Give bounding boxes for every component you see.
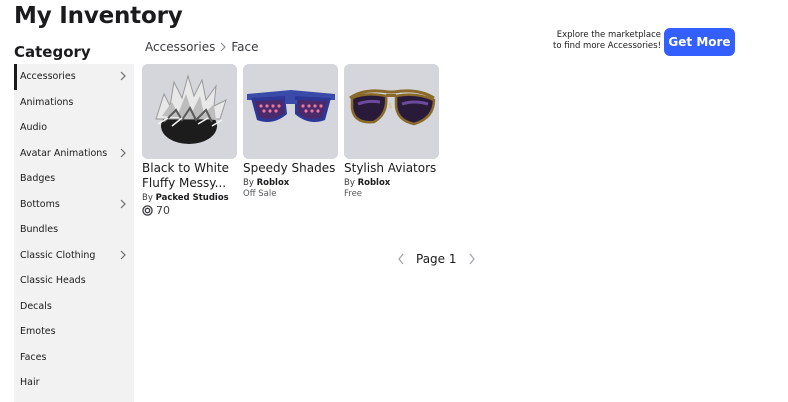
sidebar-item-accessories[interactable]: Accessories	[14, 64, 134, 90]
sidebar-item-label: Emotes	[20, 326, 56, 338]
sidebar-item-label: Classic Heads	[20, 275, 86, 287]
category-heading: Category	[14, 43, 91, 61]
aviator-glasses-icon: $	[344, 64, 439, 159]
sidebar-item-decals[interactable]: Decals	[14, 294, 134, 320]
pagination: Page 1	[396, 252, 477, 266]
sidebar-item-label: Classic Clothing	[20, 249, 96, 261]
item-creator: By Roblox	[243, 178, 290, 188]
chevron-right-icon	[120, 71, 126, 81]
item-card[interactable]: Speedy Shades By Roblox Off Sale	[243, 64, 338, 217]
svg-text:$: $	[388, 102, 392, 110]
item-thumbnail[interactable]	[142, 64, 237, 159]
creator-link[interactable]: Roblox	[358, 178, 391, 188]
sidebar-item-label: Bundles	[20, 224, 59, 236]
sidebar-item-classic-heads[interactable]: Classic Heads	[14, 268, 134, 294]
chevron-right-icon	[120, 148, 126, 157]
item-grid: Black to White Fluffy Messy... By Packed…	[142, 64, 439, 217]
sidebar-item-faces[interactable]: Faces	[14, 345, 134, 371]
item-name[interactable]: Stylish Aviators	[344, 161, 439, 176]
creator-link[interactable]: Roblox	[257, 178, 290, 188]
item-thumbnail[interactable]: $	[344, 64, 439, 159]
sidebar-item-animations[interactable]: Animations	[14, 90, 134, 116]
breadcrumb: Accessories Face	[145, 40, 258, 54]
item-status: Off Sale	[243, 189, 277, 199]
item-name[interactable]: Black to White Fluffy Messy...	[142, 161, 237, 191]
sidebar-item-label: Hair	[20, 377, 40, 389]
sidebar-item-label: Decals	[20, 300, 52, 312]
sidebar-item-label: Avatar Animations	[20, 147, 108, 159]
speedy-shades-icon	[243, 64, 338, 159]
chevron-right-icon[interactable]	[467, 252, 477, 266]
item-card[interactable]: $ Stylish Aviators By Roblox Free	[344, 64, 439, 217]
item-status: Free	[344, 189, 363, 199]
creator-link[interactable]: Packed Studios	[156, 193, 229, 203]
sidebar-item-label: Audio	[20, 122, 48, 134]
sidebar-item-classic-clothing[interactable]: Classic Clothing	[14, 243, 134, 269]
chevron-right-icon	[220, 42, 227, 52]
sidebar-item-audio[interactable]: Audio	[14, 115, 134, 141]
sidebar-item-label: Accessories	[20, 71, 76, 83]
item-creator: By Packed Studios	[142, 193, 229, 203]
item-name[interactable]: Speedy Shades	[243, 161, 338, 176]
page-label: Page 1	[416, 252, 457, 266]
page-title: My Inventory	[14, 3, 183, 29]
chevron-right-icon	[120, 199, 126, 208]
sidebar-item-label: Badges	[20, 173, 56, 185]
sidebar-item-avatar-animations[interactable]: Avatar Animations	[14, 141, 134, 167]
breadcrumb-current: Face	[231, 40, 259, 54]
breadcrumb-accessories-link[interactable]: Accessories	[145, 40, 215, 54]
sidebar-item-label: Animations	[20, 96, 74, 108]
get-more-button[interactable]: Get More	[664, 28, 735, 56]
sidebar-item-hair[interactable]: Hair	[14, 370, 134, 396]
sidebar-item-bottoms[interactable]: Bottoms	[14, 192, 134, 218]
sidebar-item-label: Bottoms	[20, 198, 60, 210]
sidebar-item-bundles[interactable]: Bundles	[14, 217, 134, 243]
item-price: 70	[142, 204, 237, 217]
messy-hair-icon	[142, 64, 237, 159]
item-thumbnail[interactable]	[243, 64, 338, 159]
category-sidebar: Accessories Animations Audio Avatar Anim…	[14, 64, 134, 402]
chevron-left-icon[interactable]	[396, 252, 406, 266]
sidebar-item-badges[interactable]: Badges	[14, 166, 134, 192]
marketplace-promo-text: Explore the marketplace to find more Acc…	[552, 30, 661, 51]
sidebar-item-label: Faces	[20, 351, 47, 363]
chevron-right-icon	[120, 250, 126, 259]
item-card[interactable]: Black to White Fluffy Messy... By Packed…	[142, 64, 237, 217]
item-creator: By Roblox	[344, 178, 391, 188]
robux-icon	[142, 205, 153, 216]
sidebar-item-emotes[interactable]: Emotes	[14, 319, 134, 345]
